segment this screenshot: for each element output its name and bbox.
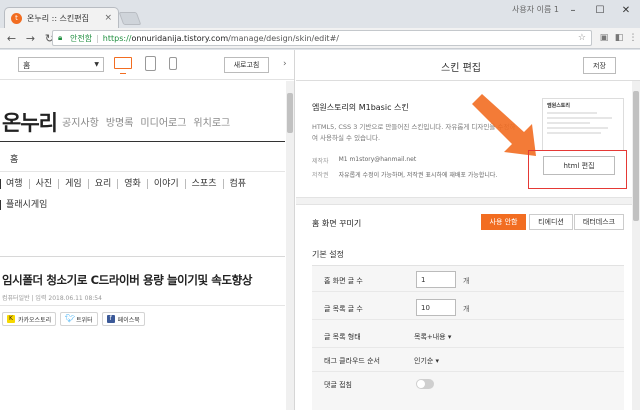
extension-icon[interactable]: ▣ — [598, 31, 610, 44]
comment-fold-toggle[interactable] — [416, 379, 434, 389]
blog-title[interactable]: 온누리 — [2, 107, 58, 137]
preview-scrollbar-thumb[interactable] — [287, 93, 293, 133]
editor-scrollbar-thumb[interactable] — [633, 91, 639, 221]
home-section-title: 홈 화면 꾸미기 — [312, 219, 362, 228]
html-edit-button[interactable]: html 편집 — [543, 156, 615, 175]
category-item[interactable]: 게임 — [58, 179, 88, 189]
divider — [0, 171, 285, 172]
category-item[interactable]: 요리 — [87, 179, 118, 189]
lock-icon: 🔒︎ — [58, 33, 63, 42]
desktop-view-icon[interactable] — [114, 57, 132, 74]
setting-tag-order: 태그 클라우드 순서 인기순 ▾ — [312, 348, 624, 372]
setting-comment-fold: 댓글 접침 — [312, 372, 624, 396]
preview-scrollbar[interactable] — [286, 81, 294, 410]
tablet-view-icon[interactable] — [145, 56, 156, 71]
profile-name[interactable]: 사용자 이름 1 — [512, 4, 559, 15]
home-link[interactable]: 홈 — [10, 152, 18, 165]
list-posts-input[interactable]: 10 — [416, 299, 456, 316]
divider — [0, 141, 285, 142]
new-tab-button[interactable] — [118, 12, 142, 25]
skin-thumbnail: 엠원스토리 — [542, 98, 624, 151]
category-item[interactable]: 사진 — [28, 179, 59, 189]
back-icon[interactable]: ← — [4, 31, 19, 46]
category-item[interactable]: 플래시게임 — [0, 200, 47, 210]
tab-title: 온누리 :: 스킨편집 — [27, 13, 89, 23]
thumbnail-title: 엠원스토리 — [547, 103, 571, 109]
segment-disabled[interactable]: 사용 안함 — [481, 214, 526, 230]
post-title[interactable]: 임시폴더 청소기로 C드라이버 용량 늘이기및 속도향상 — [2, 272, 252, 288]
mobile-view-icon[interactable] — [169, 57, 177, 70]
url-text[interactable]: https://onnuridanija.tistory.com/manage/… — [103, 34, 339, 43]
copyright-value: 자유롭게 수정이 가능하며, 저작권 표시하에 재배포 가능합니다. — [338, 172, 498, 179]
divider — [0, 256, 285, 257]
chevron-down-icon: ▼ — [94, 61, 99, 68]
category-item[interactable]: 스포츠 — [184, 179, 223, 189]
list-type-dropdown[interactable]: 목록+내용 ▾ — [414, 332, 451, 342]
skin-copyright-row: 저작권 자유롭게 수정이 가능하며, 저작권 표시하에 재배포 가능합니다. — [312, 170, 497, 179]
tistory-favicon-icon: t — [11, 12, 22, 24]
close-window-icon[interactable]: ✕ — [616, 2, 636, 18]
blog-preview: 온누리 공지사항 방명록 미디어로그 위치로그 홈 여행 사진 게임 요리 영화… — [0, 81, 285, 410]
editor-title: 스킨 편집 — [441, 63, 481, 74]
blog-nav: 공지사항 방명록 미디어로그 위치로그 — [62, 114, 230, 129]
editor-header: 스킨 편집 저장 — [296, 50, 640, 81]
extension-icon-2[interactable]: ◧ — [613, 31, 625, 44]
maximize-icon[interactable]: ☐ — [590, 2, 610, 18]
tab-close-icon[interactable]: × — [104, 13, 112, 23]
secure-label: 안전함 — [70, 33, 93, 43]
divider — [0, 305, 285, 306]
editor-scrollbar[interactable] — [632, 81, 640, 410]
author-label: 제작자 — [312, 158, 329, 165]
segment-tedition[interactable]: 티에디션 — [529, 214, 573, 230]
author-value: M1 m1story@hanmail.net — [338, 156, 417, 163]
share-twitter-button[interactable]: 🐦︎ 트위터 — [60, 312, 98, 326]
tag-order-dropdown[interactable]: 인기순 ▾ — [414, 356, 439, 366]
twitter-icon: 🐦︎ — [65, 314, 76, 323]
blog-nav-item[interactable]: 공지사항 — [62, 114, 99, 129]
segment-tatterdesk[interactable]: 태터데스크 — [574, 214, 624, 230]
blog-nav-item[interactable]: 미디어로그 — [140, 114, 186, 129]
bookmark-star-icon[interactable]: ☆ — [578, 33, 586, 43]
save-button[interactable]: 저장 — [583, 57, 616, 74]
address-bar[interactable]: 🔒︎ 안전함 | https://onnuridanija.tistory.co… — [52, 30, 592, 46]
home-posts-input[interactable]: 1 — [416, 271, 456, 288]
facebook-icon: f — [106, 315, 115, 323]
menu-icon[interactable]: ⋮ — [627, 31, 639, 44]
forward-icon[interactable]: → — [23, 31, 38, 46]
skin-author-row: 제작자 M1 m1story@hanmail.net — [312, 156, 416, 165]
refresh-button[interactable]: 새로고침 — [224, 57, 269, 73]
collapse-panel-icon[interactable]: › — [283, 59, 287, 69]
category-item[interactable]: 이야기 — [146, 179, 185, 189]
page-content: 홈 ▼ 새로고침 › 온누리 공지사항 방명록 미디어로그 위치로그 홈 여행 … — [0, 50, 640, 410]
setting-list-type: 글 목록 형태 목록+내용 ▾ — [312, 324, 624, 348]
kakaostory-icon: K — [7, 315, 15, 323]
post-meta: 컴퓨터일반 | 입력 2018.06.11 08:54 — [2, 295, 102, 302]
basic-settings-title: 기본 설정 — [312, 250, 344, 259]
share-buttons: K 카카오스토리 🐦︎ 트위터 f 페이스북 — [2, 312, 145, 326]
share-facebook-button[interactable]: f 페이스북 — [101, 312, 145, 326]
settings-panel: 홈 화면 글 수 1 개 글 목록 글 수 10 개 글 목록 형태 목록+내용… — [312, 265, 624, 410]
category-item[interactable]: 영화 — [117, 179, 147, 189]
setting-home-posts: 홈 화면 글 수 1 개 — [312, 268, 624, 292]
minimize-icon[interactable]: – — [563, 2, 583, 18]
browser-tab-active[interactable]: t 온누리 :: 스킨편집 × — [4, 7, 119, 28]
blog-nav-item[interactable]: 위치로그 — [193, 114, 230, 129]
category-list: 여행 사진 게임 요리 영화 이야기 스포츠 컴퓨 — [0, 179, 252, 189]
skin-name: 엠원스토리의 M1basic 스킨 — [312, 103, 409, 112]
separator: | — [96, 33, 99, 43]
browser-titlebar: t 온누리 :: 스킨편집 × 사용자 이름 1 – ☐ ✕ — [0, 0, 640, 28]
skin-preview-pane: 홈 ▼ 새로고침 › 온누리 공지사항 방명록 미디어로그 위치로그 홈 여행 … — [0, 50, 295, 410]
preview-toolbar: 홈 ▼ 새로고침 › — [0, 50, 294, 80]
browser-toolbar: ← → ↻ 🔒︎ 안전함 | https://onnuridanija.tist… — [0, 28, 640, 49]
section-divider — [296, 197, 632, 205]
share-kakaostory-button[interactable]: K 카카오스토리 — [2, 312, 57, 326]
skin-editor-pane: 스킨 편집 저장 엠원스토리의 M1basic 스킨 HTML5, CSS 3 … — [296, 50, 640, 410]
setting-list-posts: 글 목록 글 수 10 개 — [312, 296, 624, 320]
preview-page-select[interactable]: 홈 ▼ — [18, 57, 104, 72]
annotation-arrow-icon — [472, 94, 536, 156]
blog-nav-item[interactable]: 방명록 — [106, 114, 134, 129]
category-item[interactable]: 컴퓨 — [222, 179, 253, 189]
copyright-label: 저작권 — [312, 172, 329, 179]
category-item[interactable]: 여행 — [0, 179, 29, 189]
